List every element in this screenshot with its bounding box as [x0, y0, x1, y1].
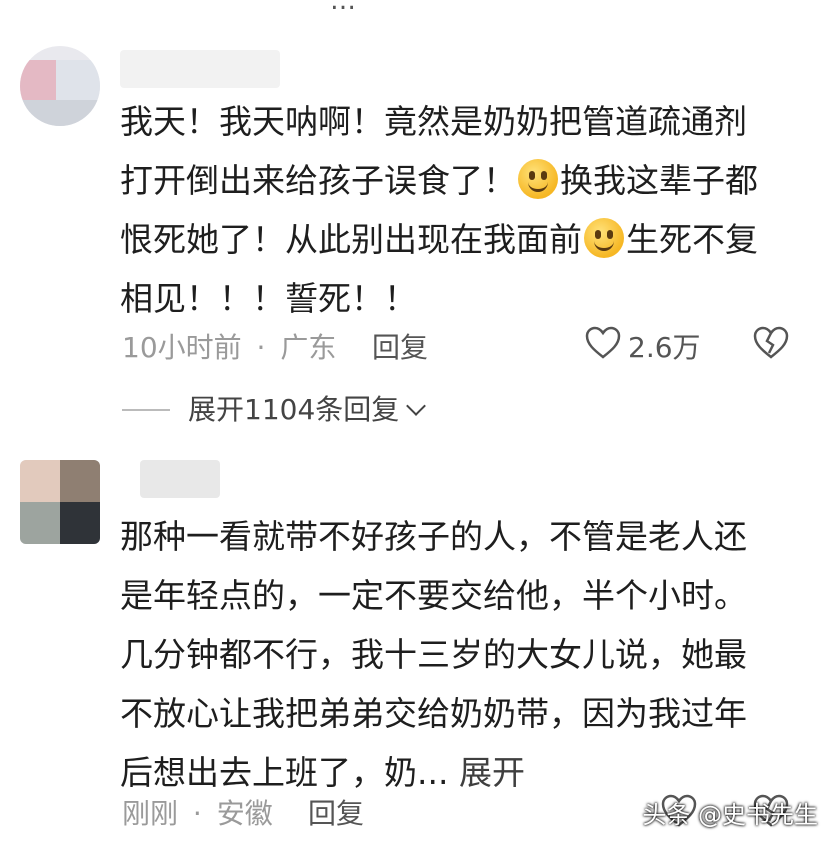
comment-line: 后想出去上班了，奶...	[120, 753, 449, 792]
comment-line: 相见！！！誓死！！	[120, 279, 417, 318]
comment-line: 不放心让我把弟弟交给奶奶带，因为我过年	[120, 694, 747, 733]
comment-line: 我天！我天呐啊！竟然是奶奶把管道疏通剂	[120, 102, 747, 141]
location: 安徽	[216, 797, 273, 830]
comment-line: 几分钟都不行，我十三岁的大女儿说，她最	[120, 635, 747, 674]
expand-replies-button[interactable]: 展开1104条回复	[188, 388, 427, 428]
comment-line: 换我这辈子都	[560, 161, 758, 200]
avatar[interactable]	[20, 460, 100, 544]
username-redacted	[120, 50, 280, 88]
timestamp: 刚刚	[122, 797, 179, 830]
timestamp: 10小时前	[122, 331, 242, 364]
comment-line: 生死不复	[626, 220, 758, 259]
smiling-face-icon	[518, 159, 558, 199]
comment-line: 打开倒出来给孩子误食了！	[120, 161, 516, 200]
reply-button[interactable]: 回复	[372, 326, 428, 366]
comment-text: 那种一看就带不好孩子的人，不管是老人还 是年轻点的，一定不要交给他，半个小时。 …	[120, 507, 810, 802]
comment-text: 我天！我天呐啊！竟然是奶奶把管道疏通剂 打开倒出来给孩子误食了！ 换我这辈子都 恨…	[120, 92, 810, 328]
watermark: 头条 @史书先生	[642, 801, 818, 829]
like-count: 2.6万	[628, 331, 701, 364]
chevron-down-icon	[406, 396, 427, 416]
username-redacted	[140, 460, 220, 498]
divider	[122, 409, 170, 411]
reply-button[interactable]: 回复	[308, 792, 364, 832]
smiling-face-icon	[584, 218, 624, 258]
avatar[interactable]	[20, 46, 100, 126]
location: 广东	[280, 331, 337, 364]
heart-outline-icon[interactable]	[584, 326, 622, 360]
comment-line: 那种一看就带不好孩子的人，不管是老人还	[120, 517, 747, 556]
comment-meta: 刚刚 · 安徽	[122, 797, 273, 830]
comment-line: 是年轻点的，一定不要交给他，半个小时。	[120, 576, 747, 615]
broken-heart-icon[interactable]	[752, 326, 790, 360]
expand-text-link[interactable]: 展开	[459, 753, 525, 792]
comment-meta: 10小时前 · 广东	[122, 331, 337, 364]
comment-line: 恨死她了！从此别出现在我面前	[120, 220, 582, 259]
partial-header-text: …	[330, 0, 358, 16]
